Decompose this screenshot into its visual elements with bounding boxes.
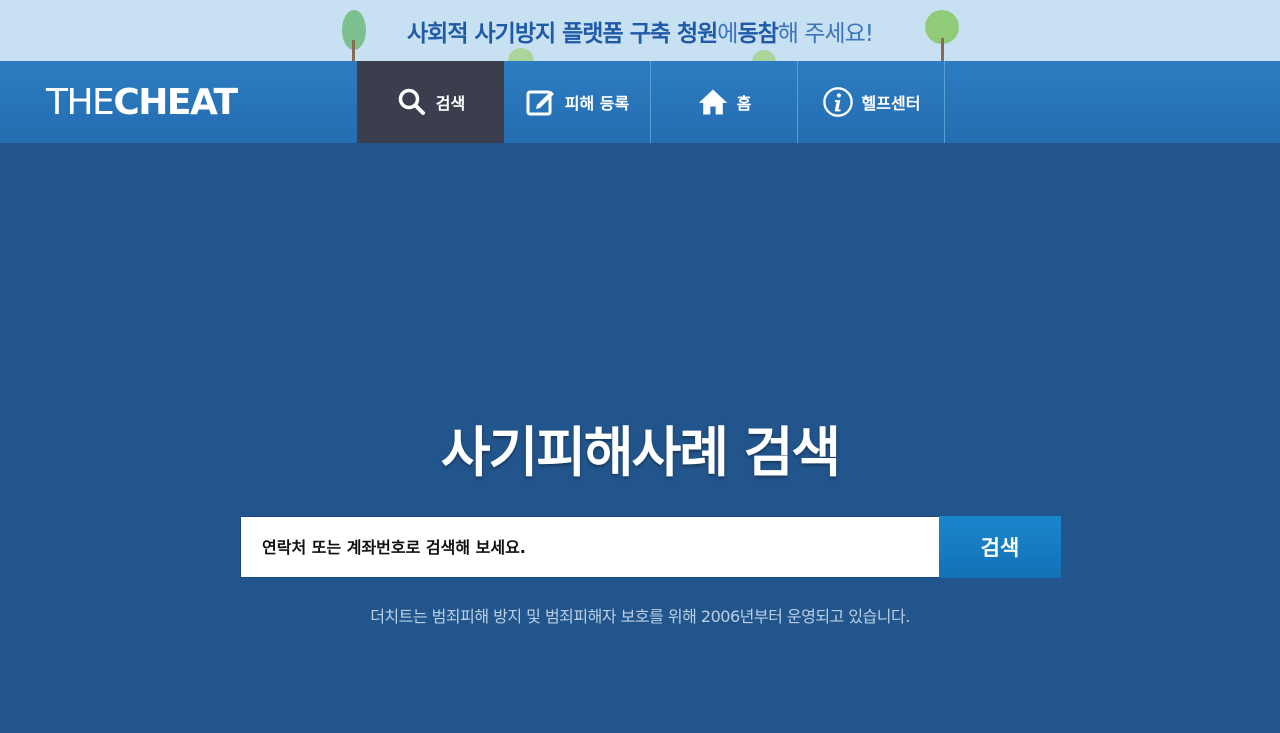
page-title: 사기피해사례 검색 (440, 421, 841, 484)
banner-text-part: 에 (717, 20, 738, 47)
search-icon (396, 86, 428, 118)
banner-text: 사회적 사기방지 플랫폼 구축 청원 에 동참 해 주세요! (0, 0, 1280, 61)
search-box (240, 516, 940, 578)
nav-item-helpcenter[interactable]: 헬프센터 (798, 61, 945, 143)
search-input[interactable] (262, 517, 939, 577)
service-notice: 더치트는 범죄피해 방지 및 범죄피해자 보호를 위해 2006년부터 운영되고… (370, 607, 910, 626)
home-icon (697, 86, 729, 118)
logo-text-thin: THE (46, 81, 115, 123)
nav-item-report[interactable]: 피해 등록 (504, 61, 651, 143)
nav-item-search[interactable]: 검색 (357, 61, 504, 143)
site-logo[interactable]: THE CHEAT (46, 81, 238, 123)
banner-text-part: 동참 (737, 20, 778, 47)
main-nav: 검색 피해 등록 홈 헬프센터 (357, 61, 945, 143)
search-button[interactable]: 검색 (939, 516, 1061, 578)
logo-text-bold: CHEAT (113, 81, 238, 123)
nav-item-label: 피해 등록 (564, 94, 630, 113)
banner-text-part: 사회적 사기방지 플랫폼 구축 청원 (407, 20, 718, 47)
banner-text-part: 해 주세요! (777, 20, 874, 47)
nav-item-label: 홈 (736, 94, 752, 113)
edit-icon (525, 86, 557, 118)
nav-item-home[interactable]: 홈 (651, 61, 798, 143)
info-icon (822, 86, 854, 118)
petition-banner[interactable]: 사회적 사기방지 플랫폼 구축 청원 에 동참 해 주세요! (0, 0, 1280, 61)
nav-item-label: 검색 (435, 94, 466, 113)
nav-item-label: 헬프센터 (861, 94, 921, 113)
